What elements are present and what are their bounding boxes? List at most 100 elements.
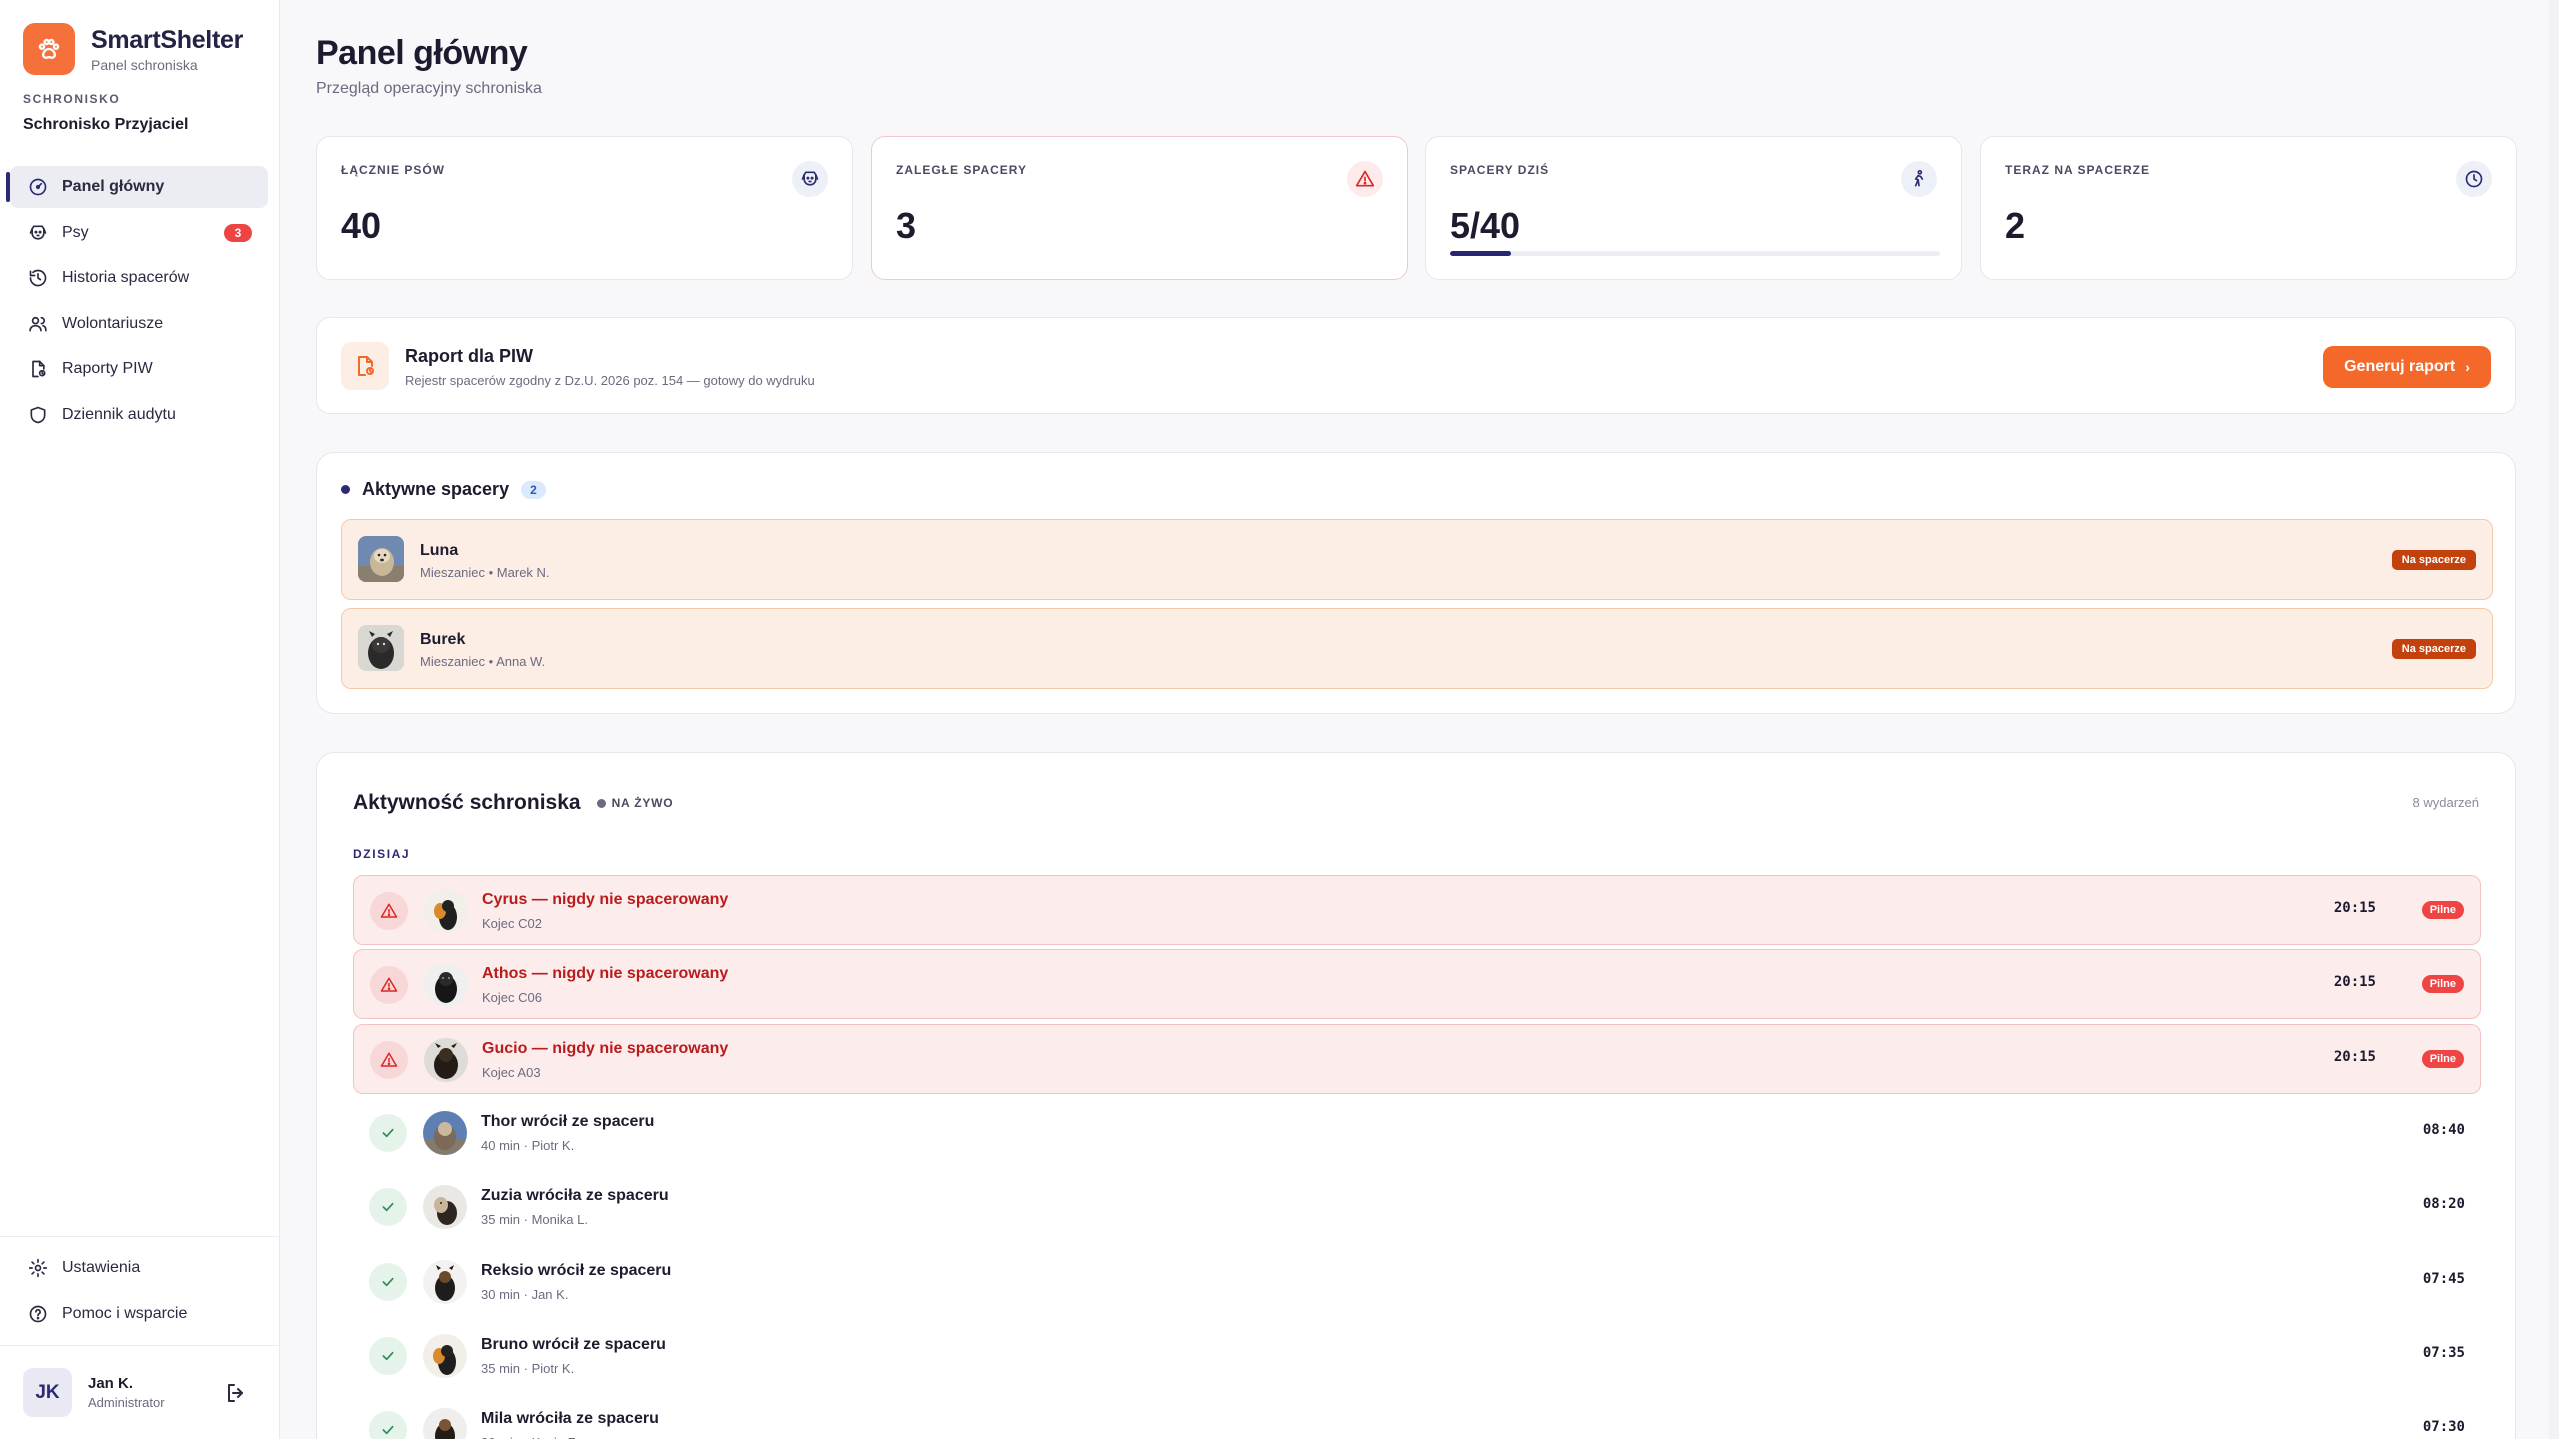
event-time: 20:15 — [2333, 1048, 2376, 1065]
stat-label: SPACERY DZIŚ — [1450, 163, 1550, 177]
live-indicator: NA ŻYWO — [596, 796, 674, 810]
stat-value: 40 — [341, 205, 382, 246]
event-title: Athos — nigdy nie spacerowany — [482, 965, 729, 983]
nav-item-label: Ustawienia — [62, 1259, 141, 1276]
walks-progress-fill — [1450, 251, 1512, 256]
walk-meta: Mieszaniec • Anna W. — [420, 654, 546, 669]
event-title: Cyrus — nigdy nie spacerowany — [482, 891, 729, 908]
dog-photo — [423, 1333, 467, 1378]
walk-meta: Mieszaniec • Marek N. — [420, 565, 550, 580]
walk-return-event-row[interactable]: Reksio wrócił ze spaceru 30 min · Jan K. 0… — [353, 1247, 2481, 1317]
nav-item-piw-reports[interactable]: Raporty PIW — [10, 348, 268, 390]
help-icon — [29, 1305, 47, 1322]
event-time: 08:20 — [2422, 1196, 2465, 1213]
warning-icon — [370, 1040, 408, 1079]
warning-icon — [370, 966, 408, 1005]
dog-photo — [423, 1259, 467, 1304]
page-subtitle: Przegląd operacyjny schroniska — [316, 80, 542, 97]
scrollbar[interactable] — [2549, 0, 2559, 1439]
dog-photo — [424, 963, 468, 1008]
piw-report-card: Raport dla PIW Rejestr spacerów zgodny z… — [316, 317, 2516, 414]
sidebar-bottom-links: Ustawienia Pomoc i wsparcie — [10, 1247, 268, 1338]
users-icon — [29, 316, 47, 331]
status-badge: Na spacerze — [2391, 550, 2476, 570]
walks-progress-bar — [1450, 251, 1940, 256]
nav-item-label: Panel główny — [62, 178, 165, 195]
check-icon — [369, 1411, 407, 1439]
event-title: Bruno wrócił ze spaceru — [481, 1335, 666, 1353]
nav-item-label: Wolontariusze — [62, 314, 164, 332]
dog-photo — [424, 889, 468, 933]
sidebar: SmartShelter Panel schroniska SCHRONISKO… — [0, 0, 280, 1439]
event-time: 07:30 — [2422, 1419, 2465, 1436]
walk-return-event-row[interactable]: Thor wrócił ze spaceru 40 min · Piotr K. 0… — [353, 1098, 2481, 1168]
brand[interactable]: SmartShelter Panel schroniska — [23, 23, 243, 75]
logout-icon[interactable] — [224, 1381, 248, 1405]
event-meta: Kojec C06 — [482, 990, 542, 1006]
live-dot — [596, 798, 606, 808]
check-icon — [369, 1262, 407, 1301]
shelter-name: Schronisko Przyjaciel — [23, 116, 189, 133]
active-walk-row[interactable]: Burek Mieszaniec • Anna W. Na spacerze — [341, 608, 2493, 689]
urgent-event-row[interactable]: Cyrus — nigdy nie spacerowany Kojec C02 20… — [353, 875, 2481, 945]
event-time: 20:15 — [2333, 974, 2376, 991]
nav-item-label: Historia spacerów — [62, 269, 190, 286]
event-meta: 30 min · Jan K. — [481, 1286, 569, 1302]
urgent-event-row[interactable]: Gucio — nigdy nie spacerowany Kojec A03 20… — [353, 1023, 2481, 1094]
warning-icon — [370, 892, 408, 930]
event-title: Reksio wrócił ze spaceru — [481, 1261, 672, 1279]
dashboard-icon — [29, 178, 47, 196]
dog-photo — [358, 536, 404, 582]
event-time: 07:35 — [2422, 1344, 2465, 1361]
generate-report-label: Generuj raport — [2344, 358, 2456, 375]
event-meta: Kojec C02 — [482, 916, 542, 931]
walking-icon — [1901, 161, 1937, 197]
urgent-event-row[interactable]: Athos — nigdy nie spacerowany Kojec C06 20… — [353, 949, 2481, 1020]
active-walk-row[interactable]: Luna Mieszaniec • Marek N. Na spacerze — [341, 519, 2493, 600]
stat-on-walk-now: TERAZ NA SPACERZE 2 — [1980, 136, 2517, 280]
nav-item-help[interactable]: Pomoc i wsparcie — [10, 1293, 268, 1335]
nav-item-audit-log[interactable]: Dziennik audytu — [10, 394, 268, 436]
event-title: Thor wrócił ze spaceru — [481, 1112, 655, 1130]
generate-report-button[interactable]: Generuj raport › — [2323, 346, 2491, 388]
event-meta: 35 min · Monika L. — [481, 1212, 588, 1228]
dog-photo — [423, 1408, 467, 1439]
stat-label: ŁĄCZNIE PSÓW — [341, 163, 445, 177]
event-title: Gucio — nigdy nie spacerowany — [482, 1039, 729, 1057]
nav-item-volunteers[interactable]: Wolontariusze — [10, 303, 268, 345]
clock-icon — [2456, 161, 2492, 197]
chevron-right-icon: › — [2465, 359, 2470, 375]
event-title: Mila wróciła ze spaceru — [481, 1410, 659, 1428]
nav-item-walk-history[interactable]: Historia spacerów — [10, 257, 268, 299]
walk-return-event-row[interactable]: Bruno wrócił ze spaceru 35 min · Piotr K.… — [353, 1321, 2481, 1391]
stat-value: 2 — [2005, 205, 2026, 246]
active-walks-count: 2 — [521, 480, 546, 499]
dog-photo — [358, 625, 404, 671]
check-icon — [369, 1188, 407, 1227]
nav-item-settings[interactable]: Ustawienia — [10, 1247, 268, 1289]
nav-item-dogs[interactable]: Psy 3 — [10, 212, 268, 254]
stat-value: 3 — [896, 205, 917, 246]
page-title: Panel główny — [316, 34, 528, 72]
event-count: 8 wydarzeń — [2412, 795, 2479, 810]
day-header: DZISIAJ — [353, 847, 411, 861]
walk-return-event-row[interactable]: Zuzia wróciła ze spaceru 35 min · Monika … — [353, 1172, 2481, 1242]
walk-return-event-row[interactable]: Mila wróciła ze spaceru 30 min · Kasia Z.… — [353, 1395, 2481, 1439]
report-subtitle: Rejestr spacerów zgodny z Dz.U. 2026 poz… — [405, 373, 815, 388]
user-profile[interactable]: JK Jan K. Administrator — [23, 1368, 165, 1417]
urgent-badge: Pilne — [2421, 975, 2464, 994]
shelter-label: SCHRONISKO — [23, 92, 121, 106]
dogs-alert-badge: 3 — [224, 223, 252, 242]
dog-photo — [424, 1037, 468, 1082]
nav-item-dashboard[interactable]: Panel główny — [6, 166, 268, 208]
sidebar-divider — [0, 1236, 280, 1237]
brand-subtitle: Panel schroniska — [91, 56, 198, 73]
user-name: Jan K. — [88, 1375, 134, 1392]
stat-label: ZALEGŁE SPACERY — [896, 163, 1028, 177]
stat-label: TERAZ NA SPACERZE — [2005, 163, 2151, 177]
nav-item-label: Raporty PIW — [62, 360, 153, 377]
event-meta: Kojec A03 — [482, 1064, 541, 1080]
event-meta: 30 min · Kasia Z. — [481, 1435, 579, 1439]
stat-walks-today: SPACERY DZIŚ 5/40 — [1425, 136, 1962, 280]
urgent-badge: Pilne — [2421, 901, 2464, 919]
